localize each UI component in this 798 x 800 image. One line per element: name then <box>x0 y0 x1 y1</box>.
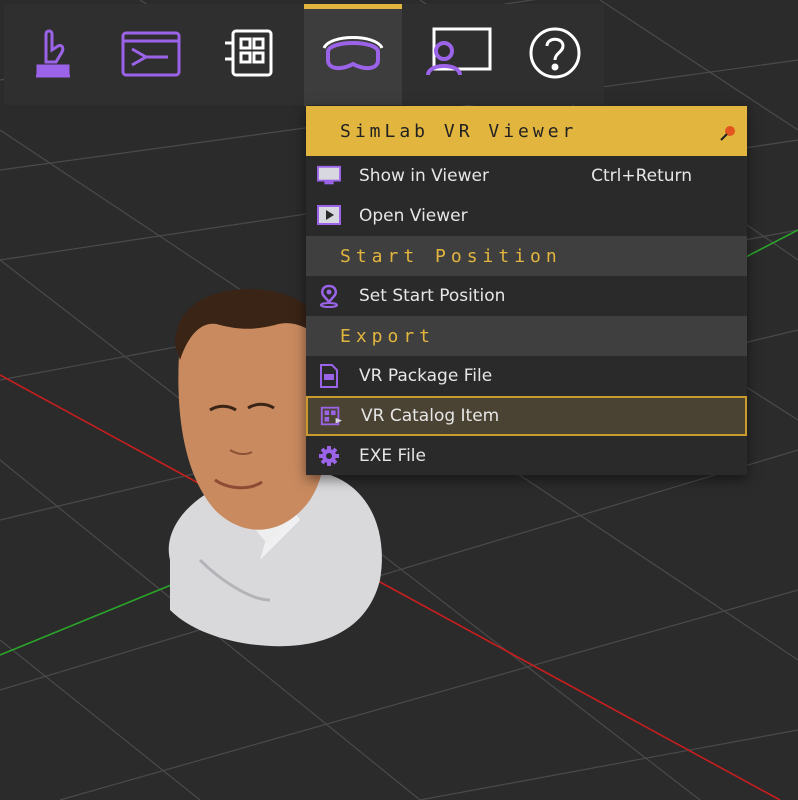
flow-icon <box>120 27 182 83</box>
menu-item-show-in-viewer[interactable]: Show in Viewer Ctrl+Return <box>306 156 747 196</box>
help-button[interactable] <box>506 4 604 105</box>
menu-item-label: Open Viewer <box>359 206 468 226</box>
flow-button[interactable] <box>102 4 200 105</box>
pin-icon[interactable] <box>719 124 737 147</box>
help-icon <box>527 25 583 85</box>
monitor-icon <box>317 165 341 187</box>
menu-item-vr-package-file[interactable]: VR Package File <box>306 356 747 396</box>
gear-icon <box>317 445 341 467</box>
section-header-export: Export <box>306 316 747 356</box>
menu-item-label: EXE File <box>359 446 426 466</box>
menu-item-vr-catalog-item[interactable]: VR Catalog Item <box>306 396 747 436</box>
menu-item-open-viewer[interactable]: Open Viewer <box>306 196 747 236</box>
section-header-label: Start Position <box>340 245 562 267</box>
menu-title: SimLab VR Viewer <box>306 106 747 156</box>
catalog-icon <box>319 405 343 427</box>
panel-button[interactable] <box>200 4 298 105</box>
menu-item-label: VR Package File <box>359 366 493 386</box>
menu-item-label: Set Start Position <box>359 286 506 306</box>
presentation-button[interactable] <box>408 4 506 105</box>
grid-panel-icon <box>221 25 277 85</box>
menu-item-exe-file[interactable]: EXE File <box>306 436 747 476</box>
touch-button[interactable] <box>4 4 102 105</box>
menu-item-set-start-position[interactable]: Set Start Position <box>306 276 747 316</box>
vr-headset-icon <box>320 30 386 80</box>
section-header-start-position: Start Position <box>306 236 747 276</box>
touch-icon <box>28 24 78 86</box>
vr-viewer-menu: SimLab VR Viewer Show in Viewer Ctrl+Ret… <box>306 106 747 475</box>
vr-package-icon <box>317 364 341 388</box>
vr-button[interactable] <box>304 4 402 105</box>
menu-item-label: VR Catalog Item <box>361 406 500 426</box>
shortcut-label: Ctrl+Return <box>591 166 692 186</box>
menu-title-label: SimLab VR Viewer <box>340 120 578 142</box>
section-header-label: Export <box>340 325 436 347</box>
main-toolbar <box>4 4 604 105</box>
play-screen-icon <box>317 205 341 227</box>
presentation-icon <box>420 25 494 85</box>
location-pin-icon <box>317 284 341 308</box>
menu-item-label: Show in Viewer <box>359 166 489 186</box>
